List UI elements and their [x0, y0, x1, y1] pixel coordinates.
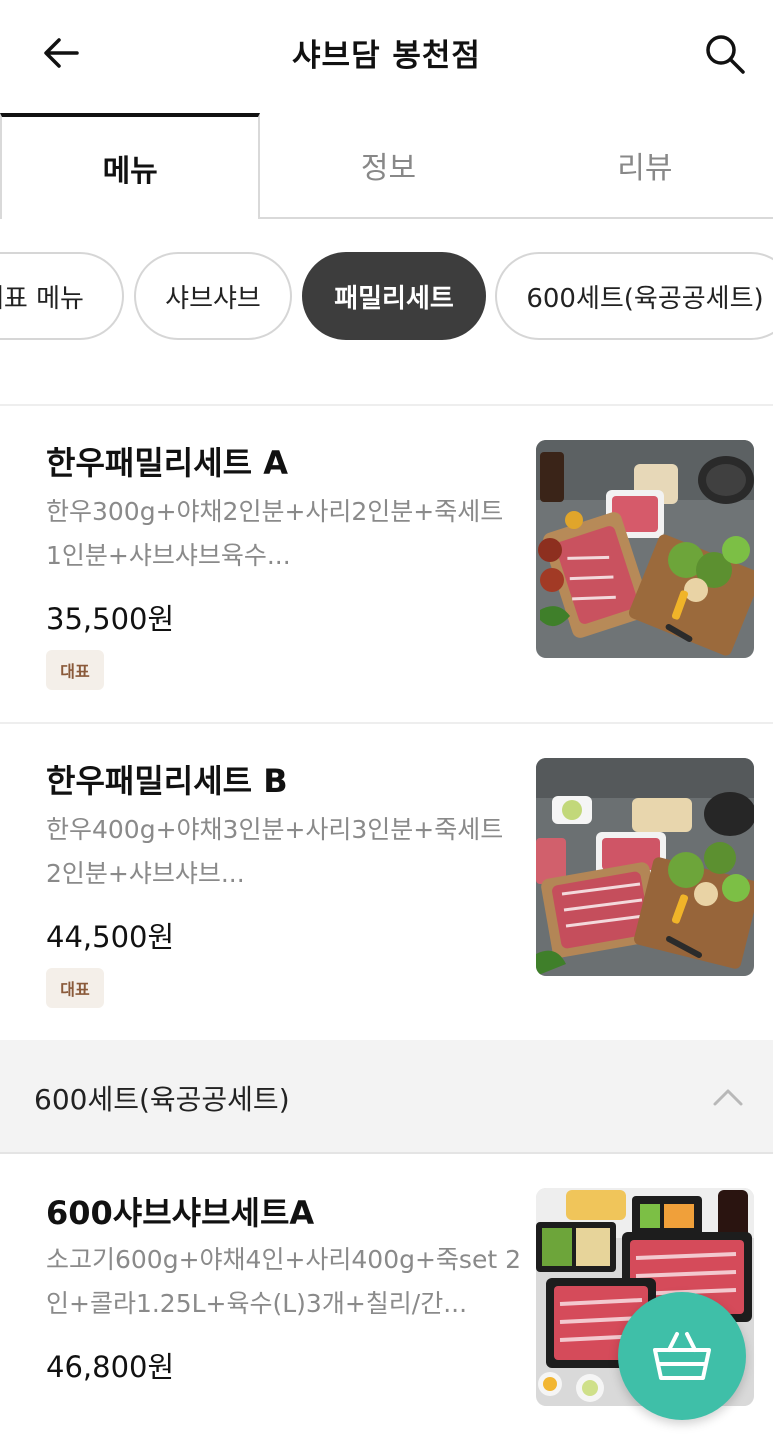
chip-signature-menu[interactable]: 대표 메뉴 [0, 252, 124, 340]
menu-item-name: 한우패밀리세트 A [46, 444, 288, 482]
tab-reviews[interactable]: 리뷰 [517, 113, 773, 217]
tab-info[interactable]: 정보 [260, 113, 516, 217]
menu-item-price: 44,500원 [46, 920, 175, 954]
menu-item[interactable]: 한우패밀리세트 A 한우300g+야채2인분+사리2인분+죽세트 1인분+샤브샤… [0, 406, 773, 722]
main-tabs: 메뉴 정보 리뷰 [0, 113, 773, 219]
category-chips: 대표 메뉴 샤브샤브 패밀리세트 600세트(육공공세트) [0, 252, 773, 342]
menu-item-photo [536, 758, 754, 976]
chip-family-set[interactable]: 패밀리세트 [302, 252, 486, 340]
menu-item-price: 46,800원 [46, 1350, 175, 1384]
page-title: 샤브담 봉천점 [292, 38, 481, 74]
chip-600-set[interactable]: 600세트(육공공세트) [495, 252, 773, 340]
signature-badge: 대표 [46, 968, 104, 1008]
menu-item-description: 한우300g+야채2인분+사리2인분+죽세트 1인분+샤브샤브육수... [46, 497, 504, 570]
menu-item-description: 한우400g+야채3인분+사리3인분+죽세트 2인분+샤브샤브... [46, 815, 504, 888]
chip-shabu-shabu[interactable]: 샤브샤브 [134, 252, 292, 340]
menu-item[interactable]: 한우패밀리세트 B 한우400g+야채3인분+사리3인분+죽세트 2인분+샤브샤… [0, 724, 773, 1040]
section-header-600-set[interactable]: 600세트(육공공세트) [0, 1040, 773, 1154]
chevron-up-icon[interactable] [711, 1080, 745, 1114]
shopping-basket-icon [653, 1332, 711, 1380]
menu-item-name: 한우패밀리세트 B [46, 762, 288, 800]
menu-item-price: 35,500원 [46, 602, 175, 636]
search-icon [706, 35, 745, 74]
app-header: 샤브담 봉천점 [0, 0, 773, 108]
menu-item-description: 소고기600g+야채4인+사리400g+죽set 2인+콜라1.25L+육수(L… [46, 1245, 521, 1318]
signature-badge: 대표 [46, 650, 104, 690]
search-button[interactable] [701, 30, 749, 78]
menu-item-name: 600샤브샤브세트A [46, 1194, 315, 1232]
section-title: 600세트(육공공세트) [34, 1083, 290, 1116]
menu-item-photo [536, 440, 754, 658]
tab-menu[interactable]: 메뉴 [0, 113, 261, 219]
cart-button[interactable] [618, 1292, 746, 1420]
